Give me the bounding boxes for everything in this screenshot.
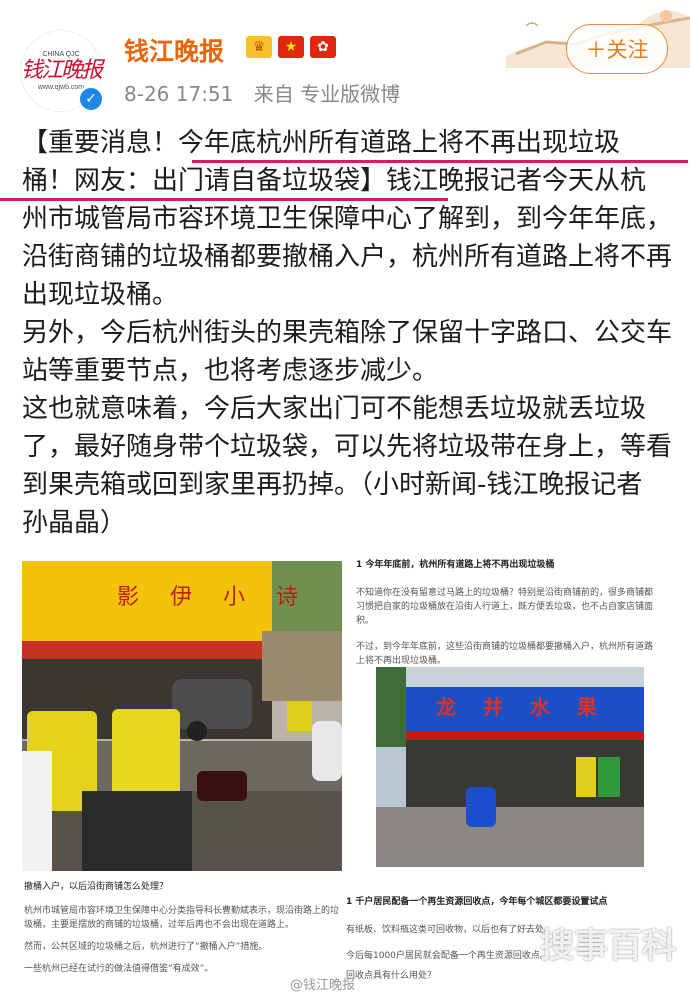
right-sign-text: 龙 井 水 果 — [436, 695, 607, 719]
post-meta: 8-26 17:51 来自 专业版微博 — [124, 78, 400, 107]
china-flag-icon: ★ — [278, 36, 304, 58]
follow-button[interactable]: ＋关注 — [566, 24, 668, 74]
watermark-large: 搜事百科 — [540, 926, 676, 966]
avatar-logo-text: 钱江晚报 — [21, 58, 103, 83]
badge-row: ♛ ★ ✿ — [246, 36, 336, 58]
left-sign-text: 影 伊 小 诗 — [117, 585, 310, 610]
watermark-small: @钱江晚报 — [290, 978, 356, 993]
snippet-left-title: 撤桶入户，以后沿街商铺怎么处理？ — [24, 882, 169, 892]
post-paragraph-3: 这也就意味着，今后大家出门可不能想丢垃圾就丢垃圾了，最好随身带个垃圾袋，可以先将… — [22, 394, 673, 538]
post-text: 【重要消息！今年底杭州所有道路上将不再出现垃圾桶！网友：出门请自备垃圾袋】钱江晚… — [22, 124, 672, 542]
highlight-underline-1 — [192, 160, 688, 163]
post-timestamp: 8-26 17:51 — [124, 82, 234, 106]
verified-check-icon: ✓ — [78, 86, 104, 112]
highlight-underline-2 — [0, 198, 448, 201]
snippet-bottom-question: 回收点具有什么用处？ — [346, 971, 437, 981]
snippet-top-title: 1 今年年底前，杭州所有道路上将不再出现垃圾桶 — [356, 560, 555, 570]
post-paragraph-2: 另外，今后杭州街头的果壳箱除了保留十字路口、公交车站等重要节点，也将考虑逐步减少… — [22, 318, 673, 386]
snippet-top-body: 不知道你在没有留意过马路上的垃圾桶？特别是沿街商铺前的，很多商铺都习惯把自家的垃… — [356, 588, 654, 626]
post-text-prefix: 【重要消息！ — [22, 128, 179, 158]
snippet-bottom-title: 1 千户居民配备一个再生资源回收点，今年每个城区都要设置试点 — [346, 897, 608, 907]
street-photo-left[interactable]: 影 伊 小 诗 — [22, 561, 342, 871]
snippet-top-body-2: 不过，到今年年底前，这些沿街商铺的垃圾桶都要撤桶入户，杭州所有道路上将不再出现垃… — [356, 642, 654, 666]
post-source: 来自 专业版微博 — [253, 82, 401, 106]
post-header: CHINA QJC 钱江晚报 www.qjwb.com ✓ 钱江晚报 ♛ ★ ✿… — [0, 0, 690, 115]
post-paragraph-1: 【重要消息！今年底杭州所有道路上将不再出现垃圾桶！网友：出门请自备垃圾袋】钱江晚… — [22, 124, 672, 314]
avatar-brand: CHINA QJC — [42, 51, 80, 58]
crown-icon: ♛ — [246, 36, 272, 58]
account-name[interactable]: 钱江晚报 — [124, 32, 224, 68]
street-photo-right[interactable]: 龙 井 水 果 — [376, 667, 644, 867]
article-snippet-top: 1 今年年底前，杭州所有道路上将不再出现垃圾桶 不知道你在没有留意过马路上的垃圾… — [356, 558, 656, 668]
avatar-site: www.qjwb.com — [37, 84, 85, 91]
article-snippet-left: 撤桶入户，以后沿街商铺怎么处理？ 杭州市城管局市容环境卫生保障中心分类指导科长曹… — [24, 880, 344, 976]
snippet-left-body: 杭州市城管局市容环境卫生保障中心分类指导科长曹勤斌表示，现沿街路上的垃圾桶，主要… — [24, 906, 340, 930]
snippet-left-more: 然而，公共区域的垃圾桶之后，杭州进行了“撤桶入户”措施。 — [24, 942, 268, 952]
hong-kong-flag-icon: ✿ — [310, 36, 336, 58]
